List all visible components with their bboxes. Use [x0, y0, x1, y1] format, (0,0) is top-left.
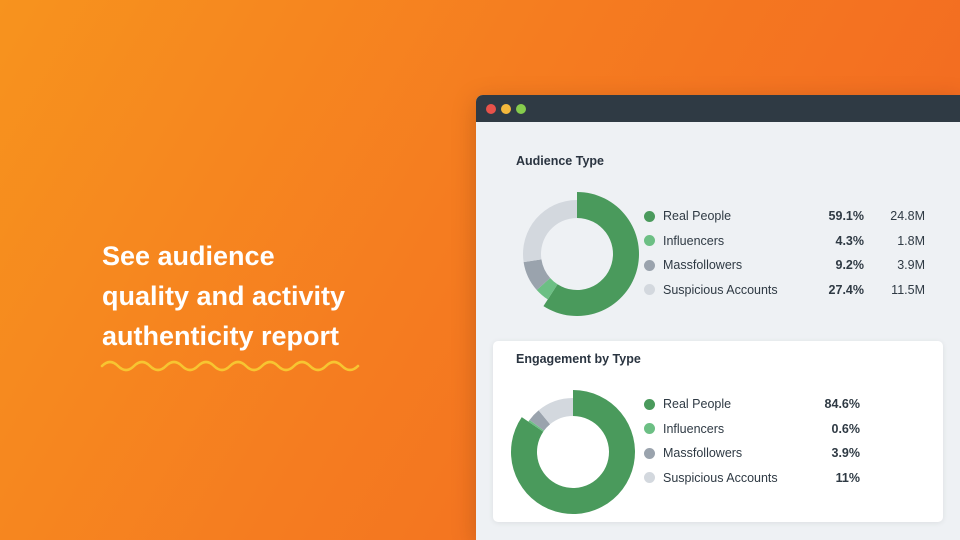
browser-window: Audience Type Real People 59.1% 24.8M Influ…: [476, 95, 960, 540]
legend-row-suspicious-accounts: Suspicious Accounts 27.4% 11.5M: [644, 280, 925, 300]
legend-count: 11.5M: [891, 282, 925, 297]
headline: See audience quality and activity authen…: [102, 236, 422, 356]
window-titlebar: [476, 95, 960, 122]
legend-percent: 84.6%: [824, 397, 860, 411]
headline-line-3: authenticity report: [102, 321, 340, 351]
minimize-window-dot[interactable]: [501, 103, 511, 114]
engagement-by-type-card: Engagement by Type Real People 84.6% Influ…: [493, 341, 943, 522]
legend-row-suspicious-accounts: Suspicious Accounts 11%: [644, 468, 860, 488]
headline-line-2: quality and activity: [102, 281, 346, 311]
close-window-dot[interactable]: [486, 103, 496, 114]
legend-swatch-real-people: [644, 398, 655, 410]
legend-label: Influencers: [663, 421, 725, 436]
legend-swatch-suspicious-accounts: [644, 472, 655, 483]
legend-row-influencers: Influencers 4.3% 1.8M: [644, 231, 925, 251]
legend-count: 1.8M: [897, 233, 925, 248]
legend-label: Suspicious Accounts: [663, 282, 778, 297]
legend-label: Massfollowers: [663, 258, 743, 272]
legend-swatch-massfollowers: [644, 447, 655, 459]
legend-label: Suspicious Accounts: [663, 470, 778, 485]
audience-type-donut: [523, 192, 639, 316]
legend-row-real-people: Real People 59.1% 24.8M: [644, 206, 925, 226]
legend-row-massfollowers: Massfollowers 9.2% 3.9M: [644, 255, 925, 275]
legend-percent: 11%: [835, 470, 860, 485]
engagement-by-type-title: Engagement by Type: [516, 352, 641, 366]
audience-type-title: Audience Type: [516, 154, 604, 168]
legend-percent: 9.2%: [835, 258, 865, 272]
legend-count: 3.9M: [897, 258, 925, 272]
legend-row-massfollowers: Massfollowers 3.9%: [644, 443, 860, 463]
legend-swatch-real-people: [644, 210, 655, 222]
legend-label: Real People: [663, 209, 732, 223]
engagement-by-type-donut: [511, 390, 635, 514]
wavy-underline: [100, 360, 360, 372]
legend-swatch-influencers: [644, 235, 655, 246]
legend-row-real-people: Real People 84.6%: [644, 394, 860, 414]
legend-percent: 0.6%: [831, 421, 861, 436]
legend-label: Influencers: [663, 233, 725, 248]
legend-count: 24.8M: [890, 209, 925, 223]
legend-swatch-influencers: [644, 423, 655, 434]
legend-label: Real People: [663, 397, 732, 411]
legend-row-influencers: Influencers 0.6%: [644, 419, 860, 439]
legend-percent: 3.9%: [831, 446, 861, 460]
legend-percent: 27.4%: [828, 282, 864, 297]
legend-percent: 4.3%: [835, 233, 865, 248]
legend-swatch-massfollowers: [644, 259, 655, 271]
donut-slice-suspicious-accounts: [523, 200, 577, 263]
legend-swatch-suspicious-accounts: [644, 284, 655, 295]
legend-label: Massfollowers: [663, 446, 743, 460]
headline-line-1: See audience: [102, 241, 275, 271]
legend-percent: 59.1%: [828, 209, 864, 223]
maximize-window-dot[interactable]: [516, 103, 526, 114]
